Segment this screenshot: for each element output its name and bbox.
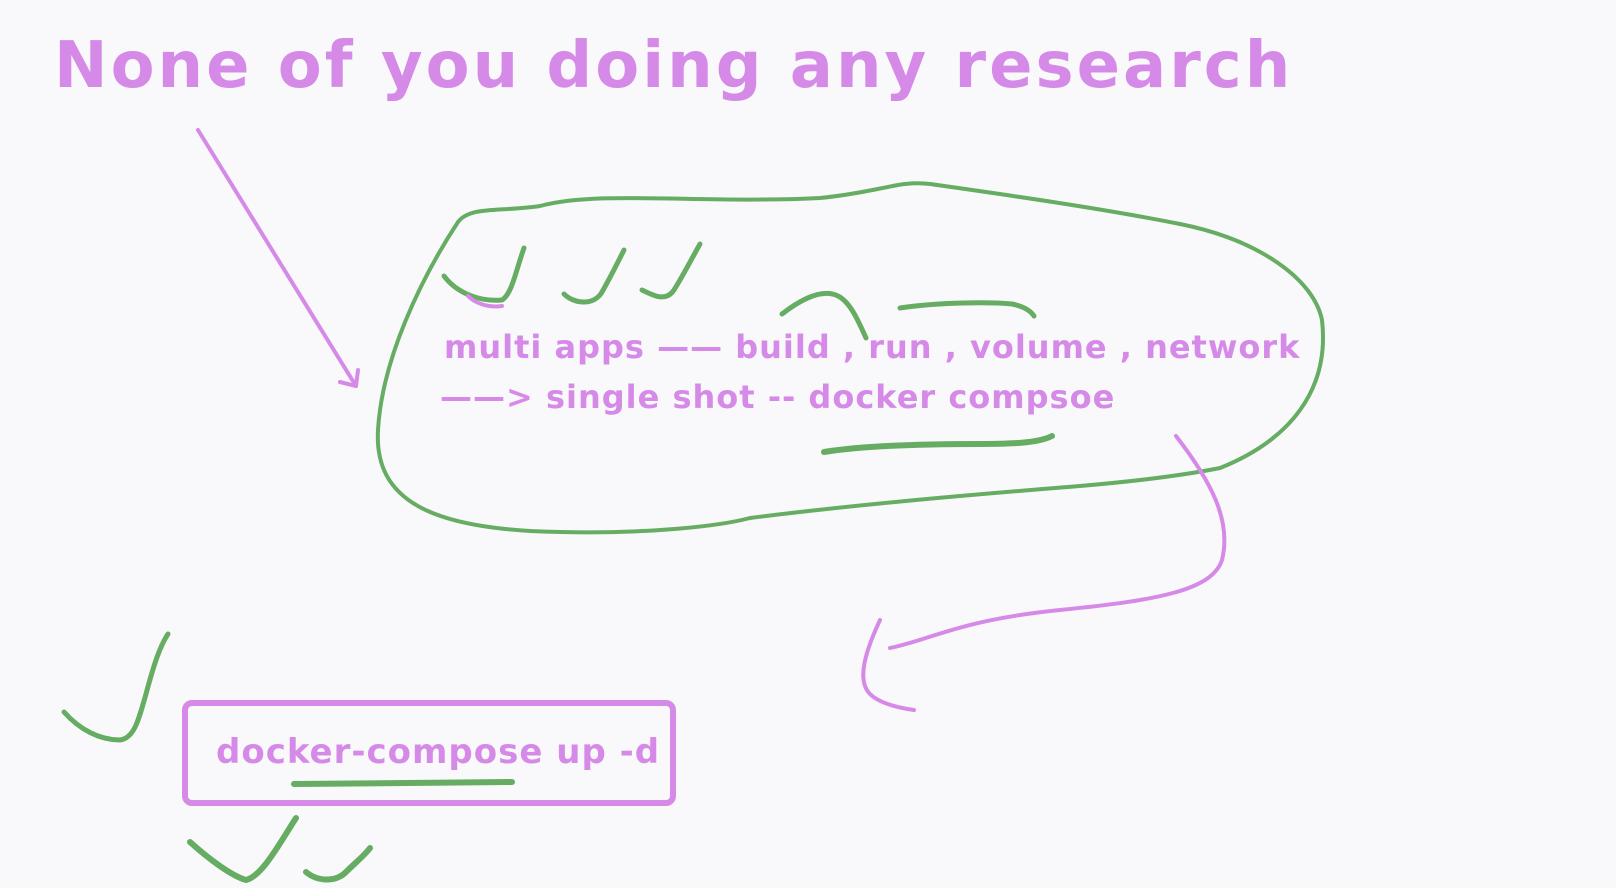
connector-hook (861, 618, 916, 712)
overline-mark (897, 300, 1037, 319)
annotation-line-single-shot: ——> single shot -- docker compsoe (440, 378, 1116, 416)
command-box[interactable]: docker-compose up -d (182, 700, 676, 806)
large-check-mark (61, 631, 171, 743)
purple-smudge (466, 294, 504, 309)
annotation-line-multi-apps: multi apps —— build , run , volume , net… (444, 328, 1301, 366)
connector-curve (888, 434, 1227, 650)
command-text: docker-compose up -d (216, 732, 661, 772)
compose-underline (821, 433, 1055, 455)
bottom-check-mark-2 (303, 845, 373, 883)
check-mark-3 (639, 241, 703, 300)
bottom-check-mark-1 (187, 815, 299, 883)
pointer-arrow-head (338, 368, 360, 388)
whiteboard-canvas[interactable]: None of you doing any research multi app… (0, 0, 1616, 888)
check-mark-1 (441, 245, 527, 303)
page-title: None of you doing any research (54, 29, 1294, 103)
pointer-arrow-shaft (196, 128, 358, 388)
check-mark-2 (561, 247, 627, 305)
